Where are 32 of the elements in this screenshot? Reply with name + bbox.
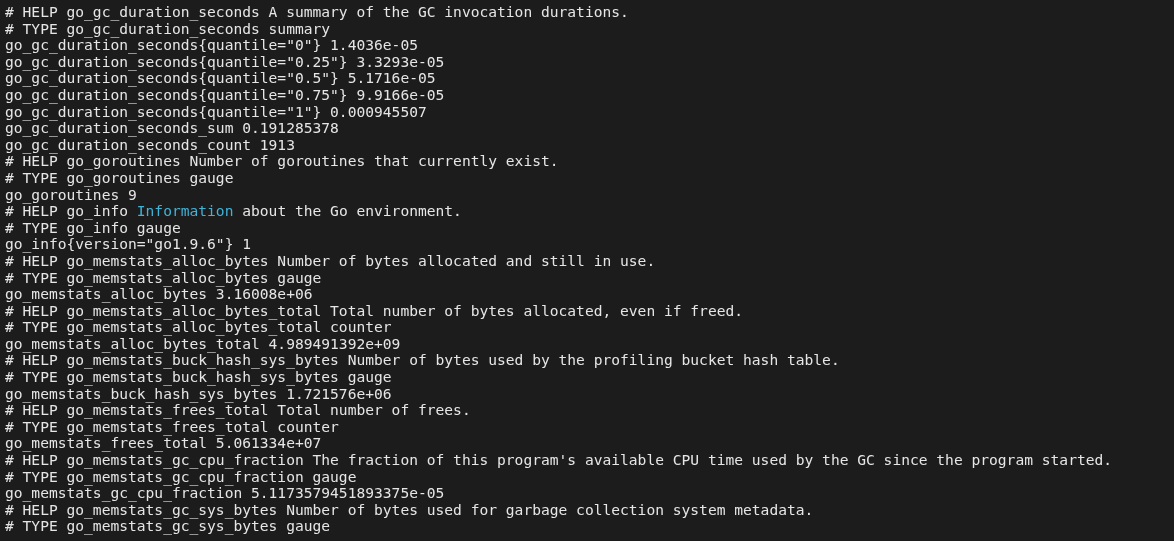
output-line: go_info{version="go1.9.6"} 1 — [5, 236, 251, 253]
output-line: go_gc_duration_seconds{quantile="0.5"} 5.1716e-05 — [5, 70, 436, 87]
output-line: go_memstats_alloc_bytes_total 4.989491392e+09 — [5, 335, 401, 353]
output-line: go_memstats_frees_total 5.061334e+07 — [5, 435, 322, 453]
output-line: # TYPE go_memstats_gc_sys_bytes gauge — [5, 518, 331, 535]
output-line: # TYPE go_memstats_gc_cpu_fraction gauge — [5, 468, 357, 486]
output-line: # TYPE go_memstats_frees_total counter — [5, 418, 339, 436]
output-line: # HELP go_goroutines Number of goroutines that currently exist. — [5, 153, 559, 170]
output-line: go_gc_duration_seconds{quantile="0"} 1.4036e-05 — [5, 37, 418, 54]
output-line: go_goroutines 9 — [5, 186, 137, 204]
output-line: go_memstats_buck_hash_sys_bytes 1.721576e+06 — [5, 385, 392, 403]
output-line: go_gc_duration_seconds_count 1913 — [5, 136, 295, 154]
output-line: # HELP go_info Information about the Go environment. — [5, 203, 462, 220]
output-line: # HELP go_memstats_frees_total Total number of frees. — [5, 402, 471, 419]
output-line: go_gc_duration_seconds{quantile="1"} 0.000945507 — [5, 103, 427, 121]
output-line: # TYPE go_gc_duration_seconds summary — [5, 20, 331, 38]
output-line: go_memstats_gc_cpu_fraction 5.1173579451893375e-05 — [5, 485, 445, 502]
output-line: # TYPE go_memstats_buck_hash_sys_bytes gauge — [5, 369, 392, 386]
output-line: # TYPE go_goroutines gauge — [5, 169, 234, 187]
output-line: # TYPE go_info gauge — [5, 219, 181, 237]
output-line: go_gc_duration_seconds_sum 0.191285378 — [5, 120, 339, 137]
output-line: # HELP go_memstats_gc_cpu_fraction The fraction of this program's available CPU time used by the GC since the program started. — [5, 452, 1113, 469]
output-line: # HELP go_memstats_buck_hash_sys_bytes Number of bytes used by the profiling bucket hash table. — [5, 352, 840, 370]
output-line: go_gc_duration_seconds{quantile="0.25"} 3.3293e-05 — [5, 53, 445, 71]
output-line: # HELP go_memstats_gc_sys_bytes Number of bytes used for garbage collection system metadata. — [5, 501, 814, 519]
output-line: # TYPE go_memstats_alloc_bytes_total counter — [5, 319, 392, 336]
output-line: # HELP go_memstats_alloc_bytes Number of bytes allocated and still in use. — [5, 252, 656, 270]
output-line: # HELP go_gc_duration_seconds A summary of the GC invocation durations. — [5, 4, 629, 21]
output-line: go_gc_duration_seconds{quantile="0.75"} 9.9166e-05 — [5, 86, 445, 104]
output-line: # HELP go_memstats_alloc_bytes_total Total number of bytes allocated, even if freed. — [5, 302, 744, 320]
output-line: go_memstats_alloc_bytes 3.16008e+06 — [5, 286, 313, 303]
output-line: # TYPE go_memstats_alloc_bytes gauge — [5, 269, 322, 287]
